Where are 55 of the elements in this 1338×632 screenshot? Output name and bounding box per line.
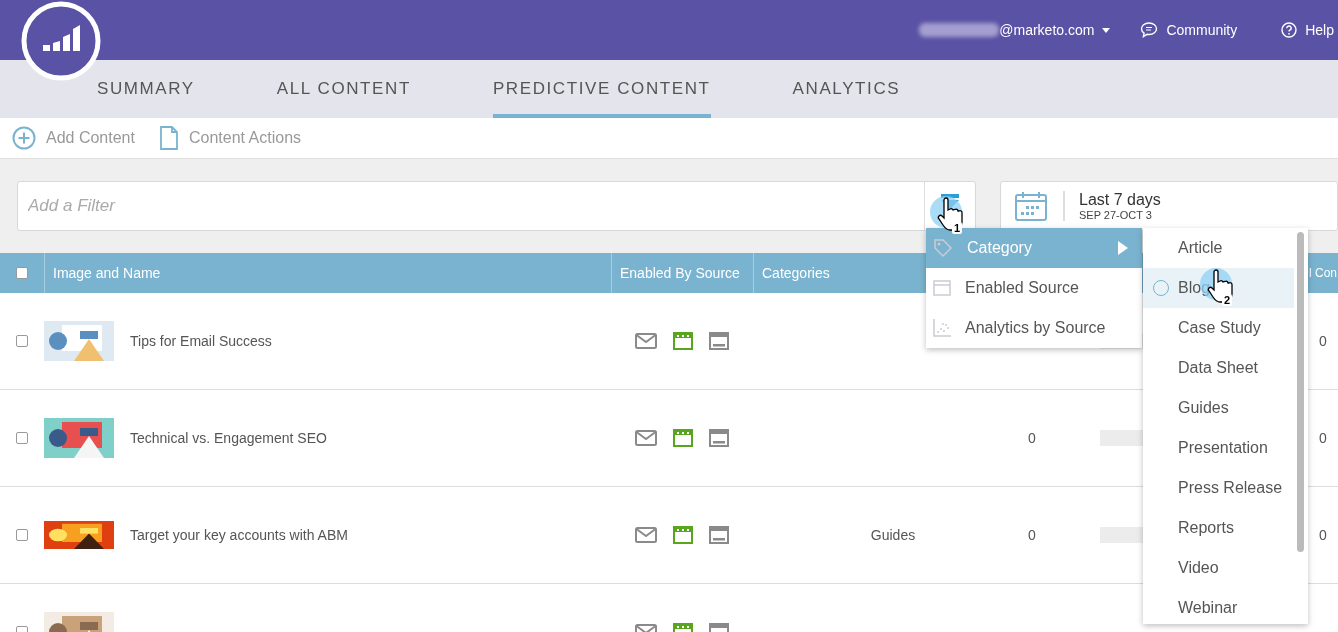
- browser-window-icon[interactable]: [709, 332, 729, 350]
- submenu-arrow-icon: [1118, 241, 1128, 255]
- category-option[interactable]: Presentation: [1143, 428, 1294, 468]
- category-option[interactable]: Video: [1143, 548, 1294, 588]
- category-option[interactable]: Data Sheet: [1143, 348, 1294, 388]
- row-checkbox[interactable]: [16, 529, 28, 541]
- count-text: 0: [1319, 430, 1327, 446]
- chat-bubble-icon[interactable]: [1140, 22, 1159, 38]
- select-all-checkbox[interactable]: [16, 267, 28, 279]
- category-option[interactable]: Reports: [1143, 508, 1294, 548]
- row-checkbox[interactable]: [16, 432, 28, 444]
- account-menu[interactable]: @marketo.com: [999, 22, 1095, 38]
- category-option[interactable]: Article: [1143, 228, 1294, 268]
- category-text: Guides: [870, 527, 916, 543]
- nav-tab[interactable]: SUMMARY: [97, 60, 195, 118]
- window-icon: [933, 280, 951, 296]
- category-option[interactable]: Guides: [1143, 388, 1294, 428]
- step-number: 2: [1222, 294, 1233, 306]
- scrollbar[interactable]: [1297, 232, 1304, 552]
- nav-tab[interactable]: ANALYTICS: [792, 60, 901, 118]
- web-page-icon[interactable]: [673, 526, 693, 544]
- category-option[interactable]: Case Study: [1143, 308, 1294, 348]
- filter-menu-item[interactable]: Analytics by Source: [926, 308, 1142, 348]
- nav-tab[interactable]: ALL CONTENT: [276, 60, 411, 118]
- date-range-picker[interactable]: Last 7 days SEP 27-OCT 3: [1000, 181, 1338, 231]
- calendar-icon: [1015, 191, 1047, 221]
- count-text: 0: [1319, 527, 1327, 543]
- web-page-icon[interactable]: [673, 429, 693, 447]
- browser-window-icon[interactable]: [709, 526, 729, 544]
- date-range-label: Last 7 days: [1079, 191, 1161, 209]
- tag-icon: [933, 238, 953, 258]
- help-icon[interactable]: [1281, 22, 1298, 38]
- category-option[interactable]: Press Release: [1143, 468, 1294, 508]
- document-icon[interactable]: [158, 126, 179, 150]
- logo-icon[interactable]: [21, 1, 101, 81]
- community-link[interactable]: Community: [1166, 22, 1238, 38]
- row-checkbox[interactable]: [16, 335, 28, 347]
- count-text: 0: [1028, 430, 1036, 446]
- browser-window-icon[interactable]: [709, 429, 729, 447]
- content-name[interactable]: Technical vs. Engagement SEO: [130, 430, 327, 446]
- email-icon[interactable]: [635, 430, 657, 446]
- scatter-chart-icon: [933, 319, 951, 337]
- add-icon[interactable]: [12, 126, 36, 150]
- caret-icon[interactable]: [1102, 27, 1111, 33]
- help-link[interactable]: Help: [1305, 22, 1334, 38]
- web-page-icon[interactable]: [673, 332, 693, 350]
- step-number: 1: [952, 222, 963, 234]
- content-name[interactable]: Target your key accounts with ABM: [130, 527, 348, 543]
- email-icon[interactable]: [635, 333, 657, 349]
- content-name[interactable]: Tips for Email Success: [130, 333, 272, 349]
- category-option[interactable]: Webinar: [1143, 588, 1294, 628]
- email-icon[interactable]: [635, 527, 657, 543]
- count-text: 0: [1028, 527, 1036, 543]
- count-text: 0: [1319, 333, 1327, 349]
- date-range-dates: SEP 27-OCT 3: [1079, 209, 1153, 221]
